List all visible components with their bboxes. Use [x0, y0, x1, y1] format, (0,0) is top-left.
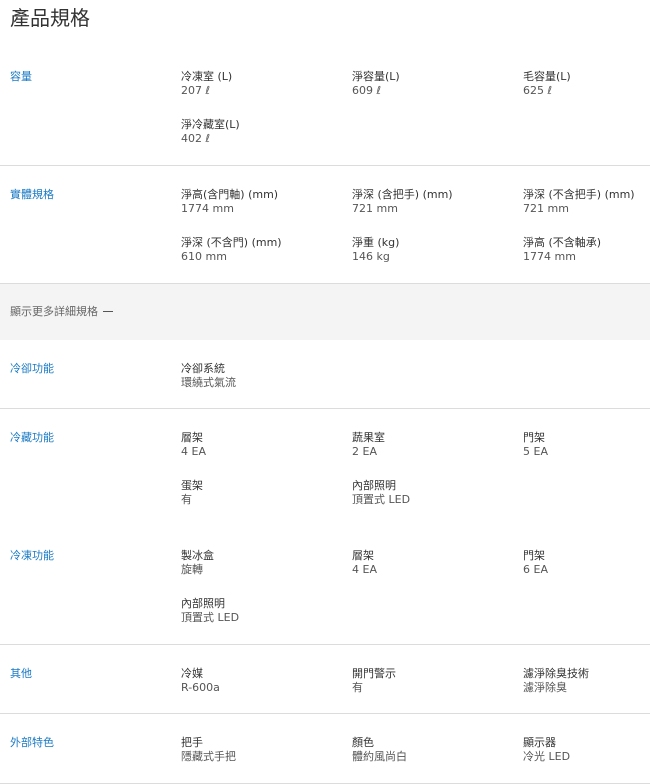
spec-value: 頂置式 LED [352, 493, 411, 506]
spec-value: R-600a [181, 681, 220, 694]
spec-item: 顯示器 冷光 LED [523, 736, 570, 764]
spec-label: 顏色 [352, 736, 374, 749]
spec-value: 5 EA [523, 445, 548, 458]
spec-value: 609 ℓ [352, 84, 382, 97]
spec-value: 濾淨除臭 [523, 681, 567, 694]
show-more-label: 顯示更多詳細規格 [10, 305, 98, 318]
spec-label: 淨冷藏室(L) [181, 118, 240, 131]
spec-item: 內部照明 頂置式 LED [181, 597, 239, 625]
spec-item: 淨深 (含把手) (mm) 721 mm [352, 188, 453, 216]
spec-label: 淨容量(L) [352, 70, 400, 83]
spec-item: 淨高 (不含軸承) 1774 mm [523, 236, 601, 264]
spec-item: 淨高(含門軸) (mm) 1774 mm [181, 188, 278, 216]
spec-item: 內部照明 頂置式 LED [352, 479, 410, 507]
spec-value: 402 ℓ [181, 132, 211, 145]
section-title-fridge: 冷藏功能 [10, 431, 54, 444]
spec-label: 毛容量(L) [523, 70, 571, 83]
spec-item: 淨深 (不含門) (mm) 610 mm [181, 236, 282, 264]
spec-item: 蔬果室 2 EA [352, 431, 385, 459]
spec-label: 開門警示 [352, 667, 396, 680]
spec-value: 旋轉 [181, 563, 203, 576]
spec-value: 有 [352, 681, 363, 694]
spec-item: 冷凍室 (L) 207 ℓ [181, 70, 232, 98]
spec-label: 內部照明 [181, 597, 225, 610]
spec-label: 濾淨除臭技術 [523, 667, 589, 680]
page-title: 產品規格 [10, 6, 90, 30]
spec-label: 淨重 (kg) [352, 236, 400, 249]
spec-label: 淨高(含門軸) (mm) [181, 188, 279, 201]
spec-item: 門架 6 EA [523, 549, 548, 577]
spec-section-exterior: 外部特色 把手 隱藏式手把 顏色 體約風尚白 顯示器 冷光 LED [0, 736, 650, 784]
spec-item: 淨容量(L) 609 ℓ [352, 70, 400, 98]
spec-label: 製冰盒 [181, 549, 214, 562]
spec-value: 721 mm [352, 202, 398, 215]
spec-label: 淨深 (含把手) (mm) [352, 188, 453, 201]
spec-label: 蔬果室 [352, 431, 385, 444]
spec-value: 625 ℓ [523, 84, 553, 97]
spec-value: 4 EA [181, 445, 206, 458]
show-more-specs-toggle[interactable]: 顯示更多詳細規格 [0, 284, 650, 340]
spec-value: 冷光 LED [523, 750, 571, 763]
spec-label: 門架 [523, 549, 545, 562]
spec-item: 把手 隱藏式手把 [181, 736, 236, 764]
spec-item: 冷卻系統 環繞式氣流 [181, 362, 236, 390]
spec-value: 1774 mm [181, 202, 234, 215]
section-title-other: 其他 [10, 667, 32, 680]
spec-item: 層架 4 EA [181, 431, 206, 459]
spec-item: 冷媒 R-600a [181, 667, 220, 695]
spec-label: 冷卻系統 [181, 362, 225, 375]
section-title-freezer: 冷凍功能 [10, 549, 54, 562]
minus-icon [103, 311, 113, 312]
spec-label: 層架 [352, 549, 374, 562]
spec-item: 蛋架 有 [181, 479, 203, 507]
spec-value: 6 EA [523, 563, 548, 576]
spec-item: 淨深 (不含把手) (mm) 721 mm [523, 188, 635, 216]
spec-value: 4 EA [352, 563, 377, 576]
spec-item: 開門警示 有 [352, 667, 396, 695]
section-title-cooling: 冷卻功能 [10, 362, 54, 375]
section-title-capacity: 容量 [10, 70, 32, 83]
spec-section-freezer: 冷凍功能 製冰盒 旋轉 層架 4 EA 門架 6 EA 內部照明 頂置式 LED [0, 549, 650, 645]
spec-section-dimensions: 實體規格 淨高(含門軸) (mm) 1774 mm 淨深 (含把手) (mm) … [0, 188, 650, 284]
spec-value: 體約風尚白 [352, 750, 407, 763]
spec-item: 門架 5 EA [523, 431, 548, 459]
spec-value: 146 kg [352, 250, 390, 263]
spec-value: 隱藏式手把 [181, 750, 236, 763]
spec-value: 1774 mm [523, 250, 576, 263]
section-title-dimensions: 實體規格 [10, 188, 54, 201]
spec-value: 環繞式氣流 [181, 376, 236, 389]
spec-value: 610 mm [181, 250, 227, 263]
spec-section-other: 其他 冷媒 R-600a 開門警示 有 濾淨除臭技術 濾淨除臭 [0, 667, 650, 714]
spec-label: 淨深 (不含門) (mm) [181, 236, 282, 249]
spec-value: 2 EA [352, 445, 377, 458]
spec-label: 冷媒 [181, 667, 203, 680]
spec-label: 冷凍室 (L) [181, 70, 233, 83]
spec-value: 頂置式 LED [181, 611, 240, 624]
spec-item: 淨冷藏室(L) 402 ℓ [181, 118, 240, 146]
spec-item: 製冰盒 旋轉 [181, 549, 214, 577]
section-title-exterior: 外部特色 [10, 736, 54, 749]
spec-section-capacity: 容量 冷凍室 (L) 207 ℓ 淨容量(L) 609 ℓ 毛容量(L) 625… [0, 70, 650, 166]
spec-item: 濾淨除臭技術 濾淨除臭 [523, 667, 589, 695]
spec-label: 淨深 (不含把手) (mm) [523, 188, 635, 201]
spec-label: 門架 [523, 431, 545, 444]
spec-value: 有 [181, 493, 192, 506]
spec-item: 毛容量(L) 625 ℓ [523, 70, 571, 98]
spec-value: 207 ℓ [181, 84, 211, 97]
spec-label: 淨高 (不含軸承) [523, 236, 602, 249]
spec-section-cooling: 冷卻功能 冷卻系統 環繞式氣流 [0, 362, 650, 409]
spec-label: 內部照明 [352, 479, 396, 492]
spec-item: 層架 4 EA [352, 549, 377, 577]
spec-section-fridge: 冷藏功能 層架 4 EA 蔬果室 2 EA 門架 5 EA 蛋架 有 內部照明 … [0, 431, 650, 527]
spec-item: 淨重 (kg) 146 kg [352, 236, 399, 264]
spec-label: 蛋架 [181, 479, 203, 492]
spec-item: 顏色 體約風尚白 [352, 736, 407, 764]
spec-label: 顯示器 [523, 736, 556, 749]
spec-label: 把手 [181, 736, 203, 749]
spec-label: 層架 [181, 431, 203, 444]
spec-value: 721 mm [523, 202, 569, 215]
